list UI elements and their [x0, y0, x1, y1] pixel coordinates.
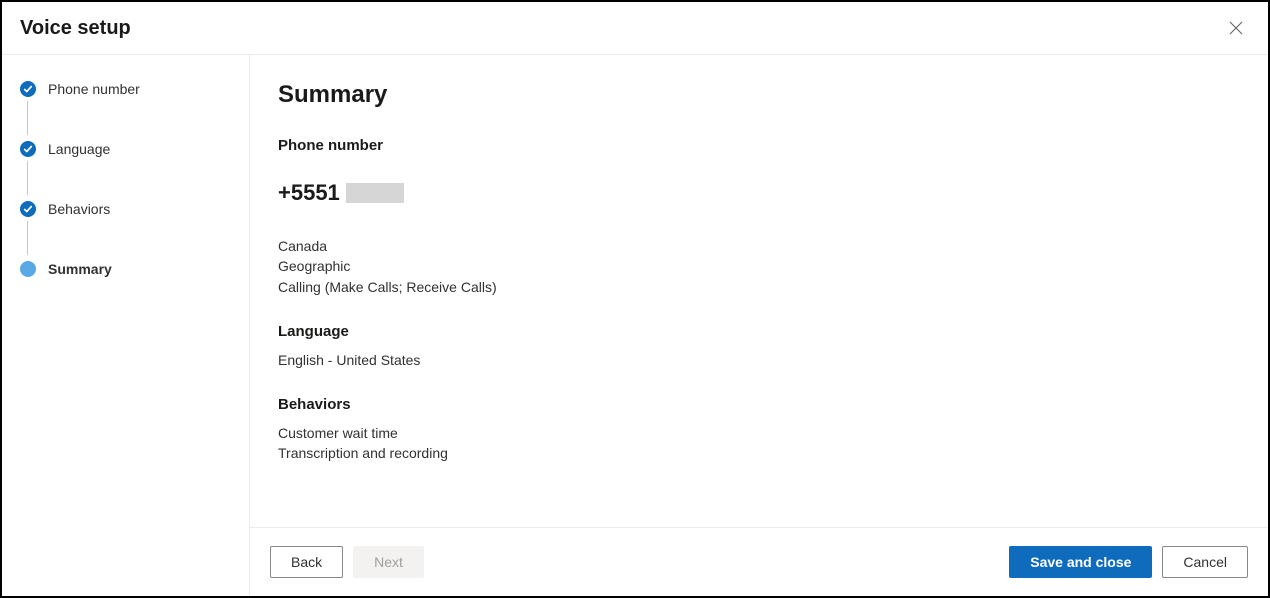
step-summary[interactable]: Summary — [20, 261, 231, 277]
behavior-item: Transcription and recording — [278, 443, 1240, 463]
section-phone-number: Phone number +5551 Canada Geographic Cal… — [278, 137, 1240, 297]
section-behaviors: Behaviors Customer wait time Transcripti… — [278, 396, 1240, 464]
wizard-stepper: Phone number Language Behaviors Summa — [2, 55, 250, 596]
close-icon — [1228, 20, 1244, 36]
section-language: Language English - United States — [278, 323, 1240, 370]
behavior-item: Customer wait time — [278, 423, 1240, 443]
close-button[interactable] — [1224, 16, 1248, 40]
next-button: Next — [353, 546, 424, 578]
checkmark-icon — [23, 84, 33, 94]
save-and-close-button[interactable]: Save and close — [1009, 546, 1152, 578]
step-connector — [27, 161, 28, 195]
dialog-header: Voice setup — [2, 2, 1268, 55]
step-phone-number[interactable]: Phone number — [20, 81, 231, 141]
phone-country: Canada — [278, 236, 1240, 256]
page-title: Summary — [278, 81, 1240, 109]
back-button[interactable]: Back — [270, 546, 343, 578]
dialog-title: Voice setup — [20, 17, 131, 40]
step-connector — [27, 101, 28, 135]
footer-left: Back Next — [270, 546, 424, 578]
step-bullet-active — [20, 261, 36, 277]
step-connector — [27, 221, 28, 255]
phone-type: Geographic — [278, 256, 1240, 276]
footer-right: Save and close Cancel — [1009, 546, 1248, 578]
section-label: Language — [278, 323, 1240, 340]
checkmark-icon — [23, 204, 33, 214]
content-main: Summary Phone number +5551 Canada Geogra… — [250, 55, 1268, 527]
step-bullet-completed — [20, 141, 36, 157]
section-label: Behaviors — [278, 396, 1240, 413]
step-bullet-completed — [20, 81, 36, 97]
checkmark-icon — [23, 144, 33, 154]
phone-number-value: +5551 — [278, 180, 340, 206]
step-label: Phone number — [48, 81, 140, 97]
cancel-button[interactable]: Cancel — [1162, 546, 1248, 578]
section-label: Phone number — [278, 137, 1240, 154]
step-label: Behaviors — [48, 201, 110, 217]
voice-setup-dialog: Voice setup Phone number Language — [0, 0, 1270, 598]
phone-details: Canada Geographic Calling (Make Calls; R… — [278, 236, 1240, 297]
language-value: English - United States — [278, 350, 1240, 370]
step-label: Language — [48, 141, 110, 157]
dialog-body: Phone number Language Behaviors Summa — [2, 55, 1268, 596]
phone-number-row: +5551 — [278, 180, 1240, 206]
step-language[interactable]: Language — [20, 141, 231, 201]
step-label: Summary — [48, 261, 112, 277]
phone-capabilities: Calling (Make Calls; Receive Calls) — [278, 277, 1240, 297]
step-behaviors[interactable]: Behaviors — [20, 201, 231, 261]
redacted-block — [346, 183, 404, 203]
dialog-footer: Back Next Save and close Cancel — [250, 527, 1268, 596]
step-bullet-completed — [20, 201, 36, 217]
content-panel: Summary Phone number +5551 Canada Geogra… — [250, 55, 1268, 596]
